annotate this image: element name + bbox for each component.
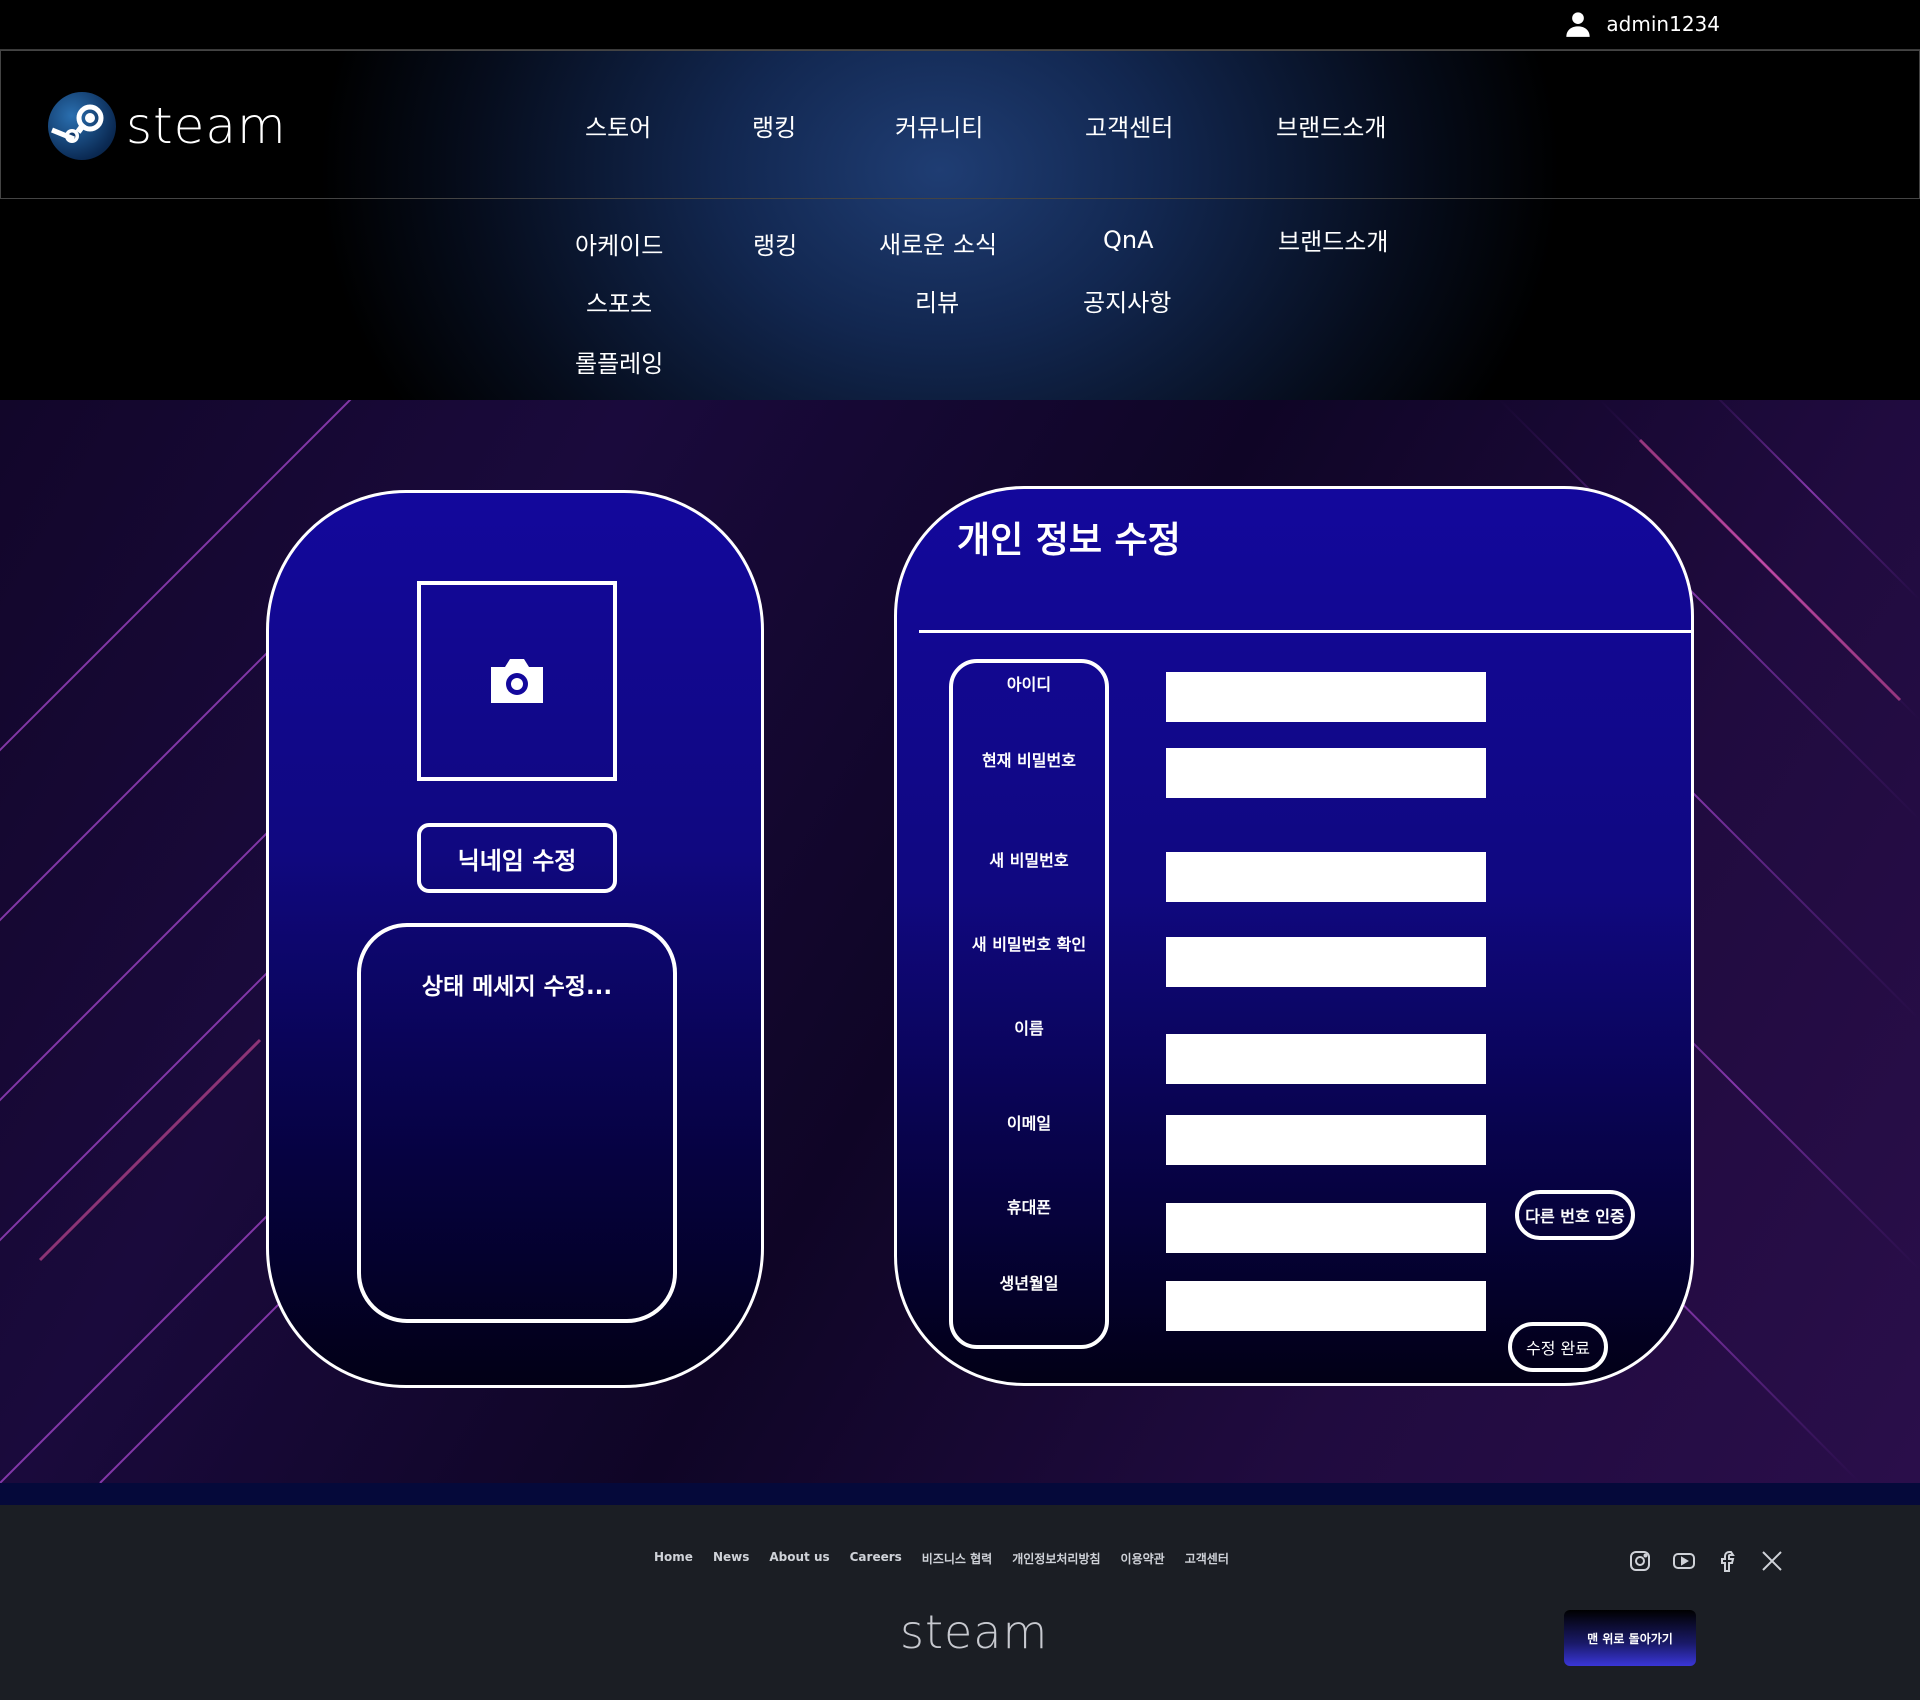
submenu-roleplaying[interactable]: 롤플레잉 bbox=[575, 344, 663, 379]
instagram-icon[interactable] bbox=[1628, 1549, 1652, 1573]
submenu-notice[interactable]: 공지사항 bbox=[1083, 283, 1171, 318]
submenu-brand[interactable]: 브랜드소개 bbox=[1278, 222, 1388, 257]
footer-link-privacy[interactable]: 개인정보처리방침 bbox=[1012, 1550, 1100, 1567]
submenu-qna[interactable]: QnA bbox=[1103, 226, 1154, 254]
username: admin1234 bbox=[1606, 12, 1720, 36]
top-bar: admin1234 bbox=[0, 0, 1920, 50]
footer-logo: steam bbox=[900, 1605, 1049, 1659]
nav-support[interactable]: 고객센터 bbox=[1085, 114, 1173, 142]
footer-link-news[interactable]: News bbox=[713, 1550, 749, 1567]
title-divider bbox=[919, 630, 1694, 633]
facebook-icon[interactable] bbox=[1716, 1549, 1740, 1573]
camera-icon bbox=[491, 659, 543, 703]
site-header: steam 스토어 랭킹 커뮤니티 고객센터 브랜드소개 아케이드 스포츠 롤플… bbox=[0, 50, 1920, 400]
footer-link-support[interactable]: 고객센터 bbox=[1185, 1550, 1229, 1567]
name-field[interactable] bbox=[1166, 1034, 1486, 1084]
main-content: 닉네임 수정 상태 메세지 수정... 개인 정보 수정 아이디 현재 비밀번호… bbox=[0, 400, 1920, 1483]
footer-strip bbox=[0, 1483, 1920, 1505]
user-account[interactable]: admin1234 bbox=[1564, 10, 1720, 38]
label-phone: 휴대폰 bbox=[1006, 1198, 1052, 1217]
nav-ranking[interactable]: 랭킹 bbox=[752, 114, 796, 142]
footer-link-about[interactable]: About us bbox=[769, 1550, 829, 1567]
label-birthdate: 생년월일 bbox=[999, 1274, 1059, 1293]
steam-logo-icon bbox=[48, 92, 116, 160]
edit-nickname-button[interactable]: 닉네임 수정 bbox=[417, 823, 617, 893]
label-id: 아이디 bbox=[1006, 675, 1052, 694]
nav-community[interactable]: 커뮤니티 bbox=[895, 114, 983, 142]
status-message-input[interactable]: 상태 메세지 수정... bbox=[357, 923, 677, 1323]
confirm-password-field[interactable] bbox=[1166, 937, 1486, 987]
user-icon bbox=[1566, 12, 1591, 37]
footer-link-business[interactable]: 비즈니스 협력 bbox=[922, 1550, 992, 1567]
label-email: 이메일 bbox=[1006, 1114, 1052, 1133]
label-current-password: 현재 비밀번호 bbox=[982, 751, 1076, 770]
submenu-news[interactable]: 새로운 소식 bbox=[879, 225, 997, 260]
footer-links: Home News About us Careers 비즈니스 협력 개인정보처… bbox=[654, 1550, 1229, 1567]
profile-card: 닉네임 수정 상태 메세지 수정... bbox=[266, 490, 764, 1388]
current-password-field[interactable] bbox=[1166, 748, 1486, 798]
nav-brand[interactable]: 브랜드소개 bbox=[1276, 114, 1386, 142]
email-field[interactable] bbox=[1166, 1115, 1486, 1165]
footer-link-terms[interactable]: 이용약관 bbox=[1121, 1550, 1165, 1567]
submenu-sports[interactable]: 스포츠 bbox=[586, 284, 652, 319]
site-footer: Home News About us Careers 비즈니스 협력 개인정보처… bbox=[0, 1505, 1920, 1700]
id-field[interactable] bbox=[1166, 672, 1486, 722]
x-icon[interactable] bbox=[1760, 1549, 1784, 1573]
nav-store[interactable]: 스토어 bbox=[585, 114, 651, 142]
new-password-field[interactable] bbox=[1166, 852, 1486, 902]
back-to-top-button[interactable]: 맨 위로 돌아가기 bbox=[1564, 1610, 1696, 1666]
field-labels: 아이디 현재 비밀번호 새 비밀번호 새 비밀번호 확인 이름 이메일 휴대폰 … bbox=[949, 659, 1109, 1349]
label-name: 이름 bbox=[1014, 1019, 1044, 1038]
panel-title: 개인 정보 수정 bbox=[957, 520, 1181, 561]
submit-button[interactable]: 수정 완료 bbox=[1508, 1322, 1608, 1372]
profile-photo-upload[interactable] bbox=[417, 581, 617, 781]
submenu-ranking[interactable]: 랭킹 bbox=[753, 226, 797, 261]
footer-link-home[interactable]: Home bbox=[654, 1550, 693, 1567]
youtube-icon[interactable] bbox=[1672, 1549, 1696, 1573]
social-links bbox=[1628, 1549, 1784, 1573]
logo-text: steam bbox=[126, 97, 287, 155]
phone-field[interactable] bbox=[1166, 1203, 1486, 1253]
status-message-placeholder: 상태 메세지 수정... bbox=[421, 974, 613, 1000]
submenu-arcade[interactable]: 아케이드 bbox=[575, 226, 663, 261]
label-confirm-password: 새 비밀번호 확인 bbox=[971, 935, 1087, 954]
other-phone-verify-button[interactable]: 다른 번호 인증 bbox=[1515, 1190, 1635, 1240]
footer-link-careers[interactable]: Careers bbox=[850, 1550, 902, 1567]
submenu-review[interactable]: 리뷰 bbox=[915, 283, 959, 318]
birthdate-field[interactable] bbox=[1166, 1281, 1486, 1331]
label-new-password: 새 비밀번호 bbox=[989, 851, 1069, 870]
steam-logo[interactable]: steam bbox=[48, 92, 287, 160]
edit-info-panel: 개인 정보 수정 아이디 현재 비밀번호 새 비밀번호 새 비밀번호 확인 이름… bbox=[894, 486, 1694, 1386]
